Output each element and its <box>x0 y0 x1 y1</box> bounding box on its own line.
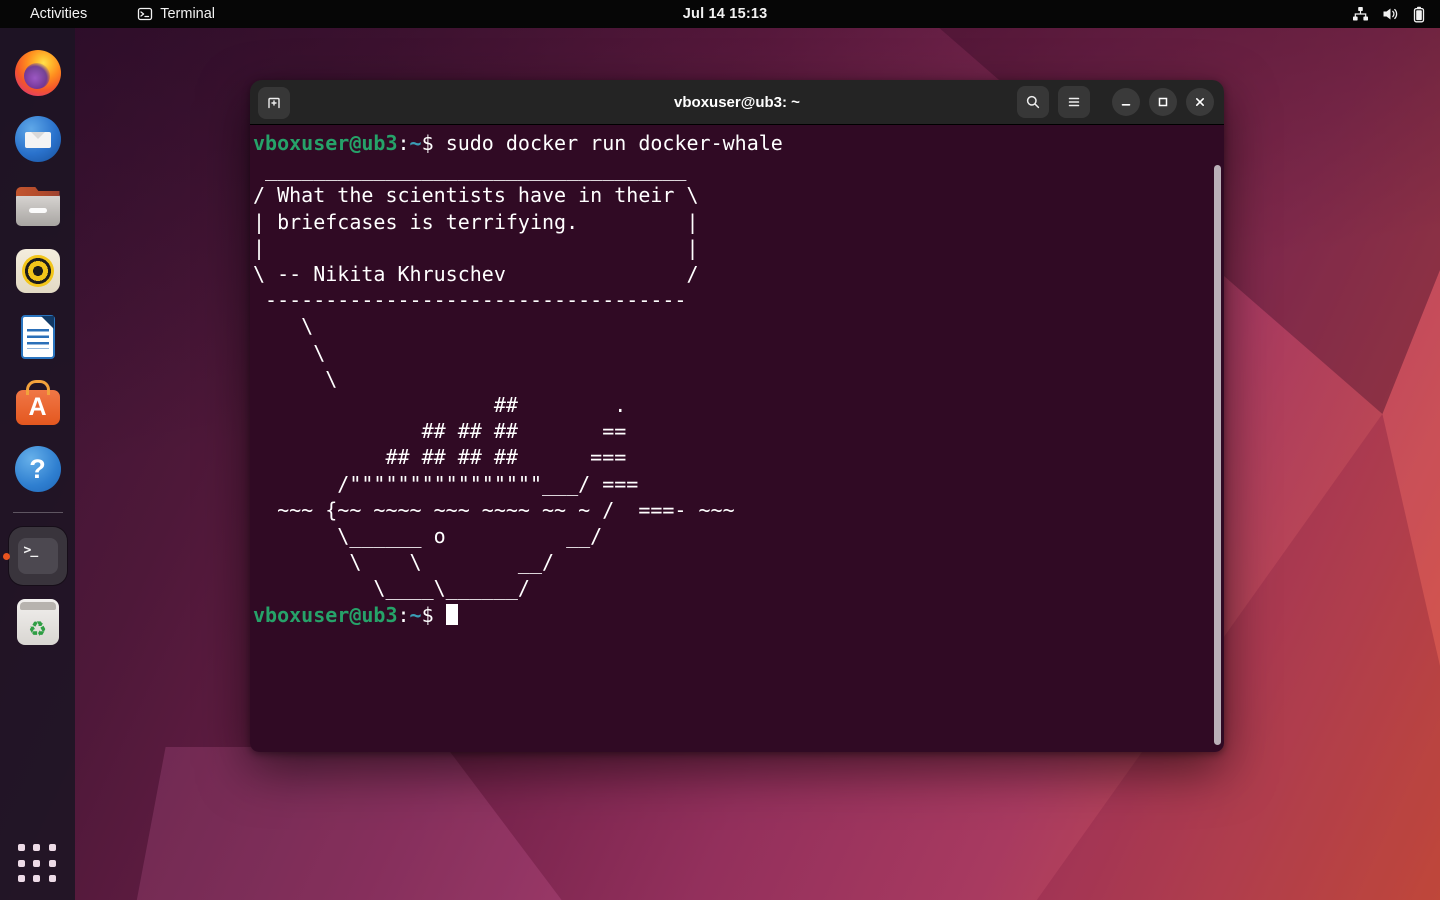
help-icon: ? <box>15 446 61 492</box>
whale-ascii-output: ___________________________________ / Wh… <box>253 156 1224 601</box>
minimize-icon <box>1119 95 1133 109</box>
desktop: Activities Terminal Jul 14 15:13 <box>0 0 1440 900</box>
trash-icon: ♻ <box>17 599 59 645</box>
terminal-icon: >_ <box>9 527 67 585</box>
recycle-glyph: ♻ <box>28 619 47 640</box>
clock[interactable]: Jul 14 15:13 <box>683 0 768 28</box>
dock-item-files[interactable] <box>0 172 75 238</box>
dock-separator <box>13 512 63 513</box>
hamburger-menu-icon <box>1066 94 1082 110</box>
running-indicator-dot <box>3 553 10 560</box>
focused-app-indicator[interactable]: Terminal <box>137 6 215 22</box>
show-applications-button[interactable] <box>18 844 58 884</box>
prompt-user-host: vboxuser@ub3 <box>253 131 398 155</box>
dock-item-rhythmbox[interactable] <box>0 238 75 304</box>
search-icon <box>1025 94 1041 110</box>
system-status-area[interactable] <box>1352 0 1426 28</box>
files-icon <box>16 192 60 226</box>
terminal-headerbar[interactable]: vboxuser@ub3: ~ <box>250 80 1224 125</box>
maximize-button[interactable] <box>1149 88 1177 116</box>
dock-item-libreoffice[interactable] <box>0 304 75 370</box>
activities-button[interactable]: Activities <box>22 4 95 24</box>
dock-item-help[interactable]: ? <box>0 436 75 502</box>
terminal-scrollbar[interactable] <box>1214 165 1221 745</box>
minimize-button[interactable] <box>1112 88 1140 116</box>
top-bar: Activities Terminal Jul 14 15:13 <box>0 0 1440 28</box>
prompt-line: vboxuser@ub3:~$ sudo docker run docker-w… <box>253 130 1224 156</box>
thunderbird-icon <box>15 116 61 162</box>
dock: A ? >_ ♻ <box>0 28 75 900</box>
prompt-line-current: vboxuser@ub3:~$ <box>253 602 1224 628</box>
terminal-cursor <box>446 604 458 625</box>
dock-item-trash[interactable]: ♻ <box>0 589 75 655</box>
volume-icon <box>1382 6 1399 22</box>
new-tab-icon <box>266 95 282 111</box>
ubuntu-software-icon: A <box>16 390 60 425</box>
dock-item-terminal[interactable]: >_ <box>0 523 75 589</box>
prompt-user-host: vboxuser@ub3 <box>253 603 398 627</box>
search-button[interactable] <box>1017 86 1049 118</box>
terminal-window: vboxuser@ub3: ~ <box>250 80 1224 752</box>
terminal-app-icon <box>137 6 153 22</box>
close-icon <box>1193 95 1207 109</box>
libreoffice-writer-icon <box>21 315 55 359</box>
battery-icon <box>1412 6 1426 23</box>
firefox-icon <box>15 50 61 96</box>
terminal-content[interactable]: vboxuser@ub3:~$ sudo docker run docker-w… <box>250 125 1224 752</box>
network-icon <box>1352 6 1369 22</box>
close-button[interactable] <box>1186 88 1214 116</box>
maximize-icon <box>1156 95 1170 109</box>
focused-app-label: Terminal <box>160 6 215 22</box>
prompt-path: ~ <box>410 131 422 155</box>
dock-item-firefox[interactable] <box>0 40 75 106</box>
command-text: sudo docker run docker-whale <box>446 131 783 155</box>
prompt-path: ~ <box>410 603 422 627</box>
dock-item-thunderbird[interactable] <box>0 106 75 172</box>
rhythmbox-icon <box>16 249 60 293</box>
dock-item-ubuntu-software[interactable]: A <box>0 370 75 436</box>
new-tab-button[interactable] <box>258 87 290 119</box>
menu-button[interactable] <box>1058 86 1090 118</box>
